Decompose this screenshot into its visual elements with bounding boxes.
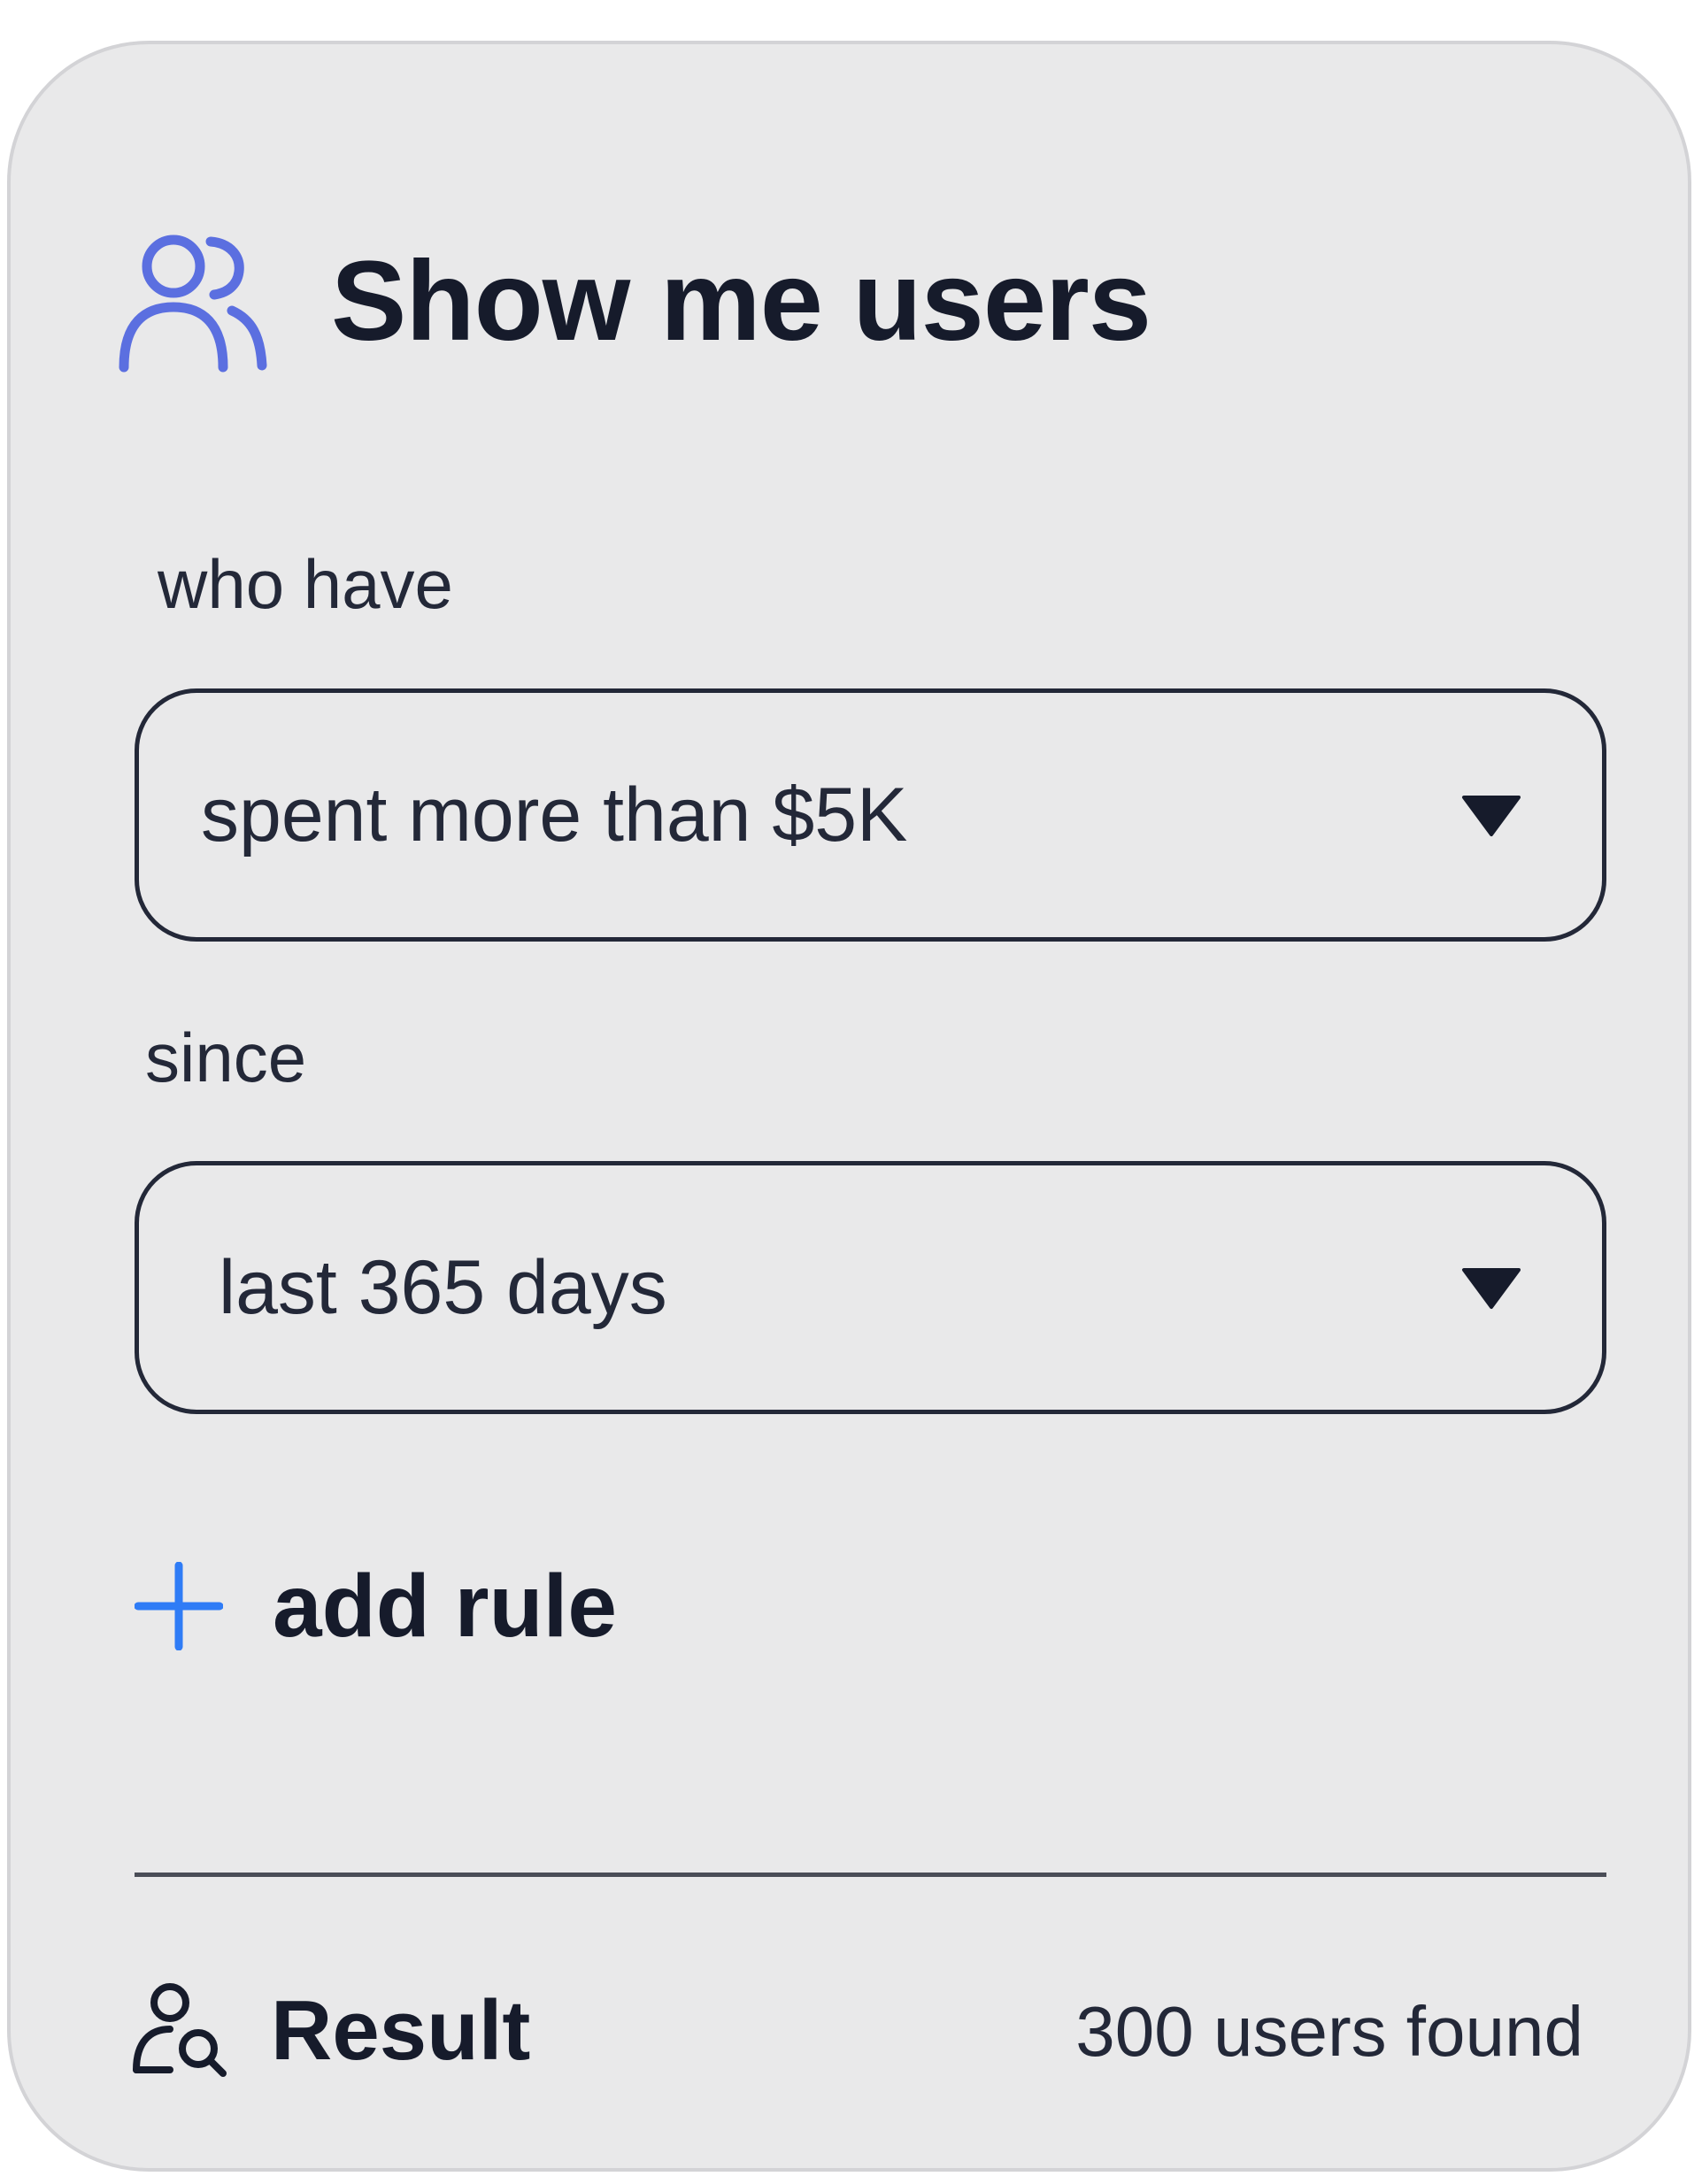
since-label: since [145, 1019, 307, 1096]
add-rule-label: add rule [273, 1556, 617, 1656]
result-label: Result [271, 1983, 531, 2078]
result-count: 300 users found [1075, 1992, 1583, 2071]
result-section: Result [131, 1969, 530, 2093]
who-have-label: who have [158, 545, 453, 623]
time-range-value: last 365 days [219, 1244, 667, 1330]
divider [135, 1873, 1606, 1877]
caret-down-icon [1462, 796, 1521, 836]
card-header: Show me users [119, 221, 1151, 381]
add-rule-button[interactable]: add rule [135, 1544, 617, 1668]
time-range-select[interactable]: last 365 days [135, 1161, 1606, 1414]
spend-rule-select[interactable]: spent more than $5K [135, 688, 1606, 942]
spend-rule-value: spent more than $5K [201, 772, 908, 857]
user-search-icon [133, 1983, 227, 2077]
caret-down-icon [1462, 1268, 1521, 1309]
user-segment-card: Show me users who have spent more than $… [7, 41, 1691, 2172]
users-icon [119, 235, 267, 373]
plus-icon [135, 1562, 223, 1650]
page-title: Show me users [331, 237, 1151, 365]
